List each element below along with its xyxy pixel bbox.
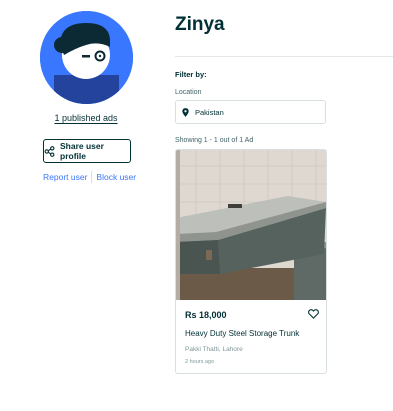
share-profile-label: Share user profile	[60, 141, 104, 161]
user-avatar-icon	[40, 11, 133, 104]
location-label: Location	[175, 89, 202, 96]
ad-card[interactable]: Rs 18,000 Heavy Duty Steel Storage Trunk…	[175, 149, 327, 374]
report-user-link[interactable]: Report user	[43, 172, 87, 182]
ad-price: Rs 18,000	[185, 310, 227, 320]
ad-title: Heavy Duty Steel Storage Trunk	[185, 329, 300, 338]
heart-icon[interactable]	[308, 309, 319, 319]
location-field[interactable]: Pakistan	[175, 100, 326, 124]
results-summary: Showing 1 - 1 out of 1 Ad	[175, 137, 254, 144]
ad-time: 2 hours ago	[185, 359, 215, 365]
user-actions: Report user Block user	[43, 171, 136, 183]
ad-image	[176, 150, 326, 300]
filter-heading: Filter by:	[175, 70, 207, 79]
published-ads-link[interactable]: 1 published ads	[30, 113, 142, 123]
user-profile-page: 1 published ads Share user profile Repor…	[0, 0, 393, 411]
share-profile-button[interactable]: Share user profile	[43, 139, 131, 163]
share-icon	[44, 145, 55, 157]
divider	[175, 56, 393, 57]
block-user-link[interactable]: Block user	[96, 172, 136, 182]
page-title: Zinya	[175, 14, 225, 35]
location-value: Pakistan	[195, 107, 224, 117]
location-pin-icon	[182, 107, 189, 117]
divider	[91, 171, 93, 183]
ad-location: Pakki Thatti, Lahore	[185, 346, 243, 353]
